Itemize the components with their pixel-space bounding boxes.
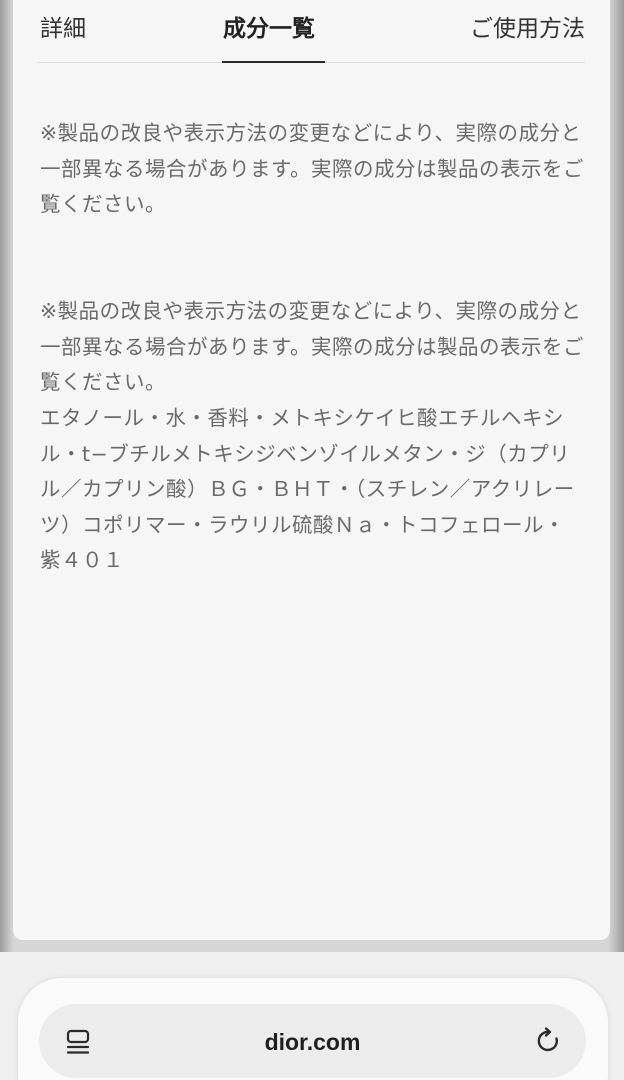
browser-toolbar: dior.com — [18, 978, 608, 1080]
tab-bar: 詳細 成分一覧 ご使用方法 — [38, 0, 585, 63]
browser-bottom-bar: dior.com — [0, 952, 624, 1080]
address-bar[interactable]: dior.com — [39, 1004, 586, 1078]
ingredients-notice-2: ※製品の改良や表示方法の変更などにより、実際の成分と一部異なる場合があります。実… — [40, 299, 584, 394]
ingredients-list: エタノール・水・香料・メトキシケイヒ酸エチルヘキシル・t−ブチルメトキシジベンゾ… — [40, 406, 575, 572]
url-domain[interactable]: dior.com — [39, 1028, 586, 1056]
tab-details[interactable]: 詳細 — [40, 14, 86, 44]
tab-ingredients[interactable]: 成分一覧 — [223, 14, 315, 44]
tab-usage[interactable]: ご使用方法 — [470, 14, 585, 44]
reload-icon[interactable] — [534, 1026, 564, 1056]
ingredients-notice-1: ※製品の改良や表示方法の変更などにより、実際の成分と一部異なる場合があります。実… — [40, 121, 584, 216]
product-info-panel: 詳細 成分一覧 ご使用方法 ※製品の改良や表示方法の変更などにより、実際の成分と… — [13, 0, 610, 940]
active-tab-indicator — [222, 61, 325, 63]
